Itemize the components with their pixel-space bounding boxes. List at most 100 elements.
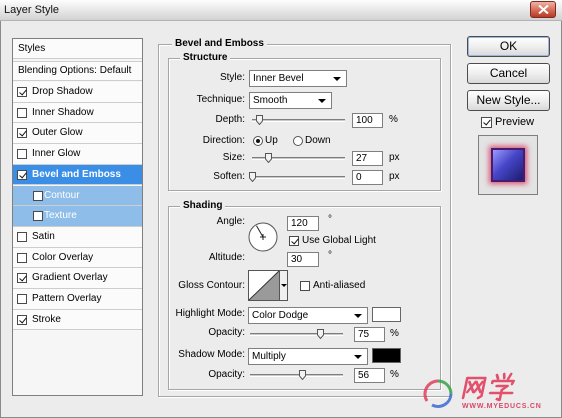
style-item-label: Inner Shadow	[32, 106, 94, 118]
angle-dial[interactable]	[248, 222, 278, 252]
use-global-light-checkbox[interactable]	[289, 236, 299, 246]
shadow-opacity-slider-thumb[interactable]	[299, 370, 307, 380]
style-item-label: Satin	[32, 230, 55, 242]
style-item-contour[interactable]: Contour	[13, 185, 142, 207]
blending-options-label: Blending Options: Default	[18, 65, 132, 76]
bevel-style-dropdown[interactable]: Inner Bevel	[249, 70, 347, 87]
style-item-label: Pattern Overlay	[32, 293, 102, 304]
shadow-opacity-unit: %	[390, 369, 399, 380]
styles-header[interactable]: Styles	[13, 39, 142, 59]
style-item-label: Drop Shadow	[32, 86, 93, 97]
styles-list: Styles Blending Options: Default Drop Sh…	[12, 38, 143, 396]
chevron-down-icon	[333, 77, 341, 81]
depth-slider-thumb[interactable]	[256, 115, 264, 125]
close-button[interactable]	[530, 1, 556, 18]
size-slider-thumb[interactable]	[264, 153, 272, 163]
highlight-mode-value: Color Dodge	[252, 310, 309, 321]
size-slider[interactable]	[252, 153, 345, 163]
bevel-and-emboss-checkbox[interactable]	[17, 169, 27, 180]
highlight-mode-dropdown[interactable]: Color Dodge	[248, 307, 368, 324]
ok-button[interactable]: OK	[467, 36, 550, 57]
style-item-inner-glow[interactable]: Inner Glow	[13, 144, 142, 165]
satin-checkbox[interactable]	[17, 231, 27, 242]
bevel-style-value: Inner Bevel	[253, 73, 304, 84]
highlight-color-swatch[interactable]	[372, 307, 401, 322]
shadow-mode-label: Shadow Mode:	[178, 349, 245, 360]
style-item-label: Outer Glow	[32, 127, 83, 139]
highlight-opacity-input[interactable]: 75	[354, 327, 385, 342]
style-item-bevel-and-emboss[interactable]: Bevel and Emboss	[13, 164, 142, 186]
style-item-label: Gradient Overlay	[32, 272, 108, 284]
angle-unit: °	[328, 214, 332, 225]
gloss-contour-preview[interactable]	[248, 270, 280, 301]
style-item-texture[interactable]: Texture	[13, 206, 142, 227]
blending-options-item[interactable]: Blending Options: Default	[13, 61, 142, 81]
contour-checkbox[interactable]	[33, 190, 43, 201]
technique-value: Smooth	[253, 95, 288, 106]
style-item-label: Inner Glow	[32, 148, 81, 160]
direction-down-radio[interactable]	[293, 136, 303, 146]
stroke-checkbox[interactable]	[17, 314, 27, 325]
shadow-mode-dropdown[interactable]: Multiply	[248, 348, 368, 365]
depth-input[interactable]: 100	[352, 113, 383, 128]
altitude-input[interactable]: 30	[287, 252, 319, 267]
title-bar[interactable]: Layer Style	[0, 0, 562, 21]
depth-slider[interactable]	[252, 115, 345, 125]
inner-shadow-checkbox[interactable]	[17, 107, 27, 118]
texture-checkbox[interactable]	[33, 211, 43, 222]
technique-dropdown[interactable]: Smooth	[249, 92, 332, 109]
panel-title: Bevel and Emboss	[172, 38, 267, 50]
style-item-label: Bevel and Emboss	[32, 168, 121, 180]
size-input[interactable]: 27	[352, 151, 383, 166]
style-item-color-overlay[interactable]: Color Overlay	[13, 247, 142, 269]
layer-style-dialog: Layer Style Styles Blending Options: Def…	[0, 0, 562, 418]
angle-input[interactable]: 120	[287, 216, 319, 231]
shadow-color-swatch[interactable]	[372, 348, 401, 363]
style-preview-box	[478, 135, 538, 195]
inner-glow-checkbox[interactable]	[17, 149, 27, 160]
style-label: Style:	[219, 72, 245, 83]
shading-title: Shading	[180, 200, 226, 212]
direction-up-radio[interactable]	[253, 136, 263, 146]
shadow-opacity-input[interactable]: 56	[354, 368, 385, 383]
highlight-opacity-label: Opacity:	[208, 327, 245, 338]
shadow-opacity-slider[interactable]	[250, 370, 343, 380]
depth-unit: %	[389, 114, 398, 125]
style-item-satin[interactable]: Satin	[13, 226, 142, 248]
style-item-pattern-overlay[interactable]: Pattern Overlay	[13, 289, 142, 310]
style-item-outer-glow[interactable]: Outer Glow	[13, 123, 142, 145]
angle-label: Angle:	[216, 216, 245, 227]
direction-up-label: Up	[265, 135, 278, 146]
altitude-unit: °	[328, 250, 332, 261]
preview-checkbox[interactable]	[481, 117, 492, 128]
pattern-overlay-checkbox[interactable]	[17, 294, 27, 304]
highlight-opacity-slider-thumb[interactable]	[316, 329, 324, 339]
soften-slider[interactable]	[249, 172, 345, 182]
drop-shadow-checkbox[interactable]	[17, 87, 27, 97]
shadow-mode-value: Multiply	[252, 351, 286, 362]
highlight-opacity-unit: %	[390, 328, 399, 339]
chevron-down-icon	[318, 99, 326, 103]
soften-input[interactable]: 0	[352, 170, 383, 185]
cancel-button[interactable]: Cancel	[467, 63, 550, 84]
gloss-contour-dropdown-button[interactable]	[279, 270, 288, 301]
highlight-opacity-slider[interactable]	[250, 329, 343, 339]
style-item-stroke[interactable]: Stroke	[13, 309, 142, 331]
structure-title: Structure	[180, 52, 231, 64]
new-style-button[interactable]: New Style...	[467, 90, 550, 111]
style-item-gradient-overlay[interactable]: Gradient Overlay	[13, 268, 142, 289]
chevron-down-icon	[281, 284, 287, 287]
soften-slider-thumb[interactable]	[249, 172, 256, 182]
soften-unit: px	[389, 171, 400, 182]
preview-label: Preview	[495, 116, 535, 128]
anti-aliased-checkbox[interactable]	[300, 281, 310, 291]
outer-glow-checkbox[interactable]	[17, 128, 27, 139]
altitude-label: Altitude:	[208, 252, 245, 263]
color-overlay-checkbox[interactable]	[17, 252, 27, 263]
style-item-drop-shadow[interactable]: Drop Shadow	[13, 82, 142, 103]
direction-label: Direction:	[202, 135, 245, 146]
style-item-inner-shadow[interactable]: Inner Shadow	[13, 102, 142, 124]
gradient-overlay-checkbox[interactable]	[17, 273, 27, 284]
use-global-light-label: Use Global Light	[302, 235, 376, 246]
shadow-opacity-label: Opacity:	[208, 369, 245, 380]
